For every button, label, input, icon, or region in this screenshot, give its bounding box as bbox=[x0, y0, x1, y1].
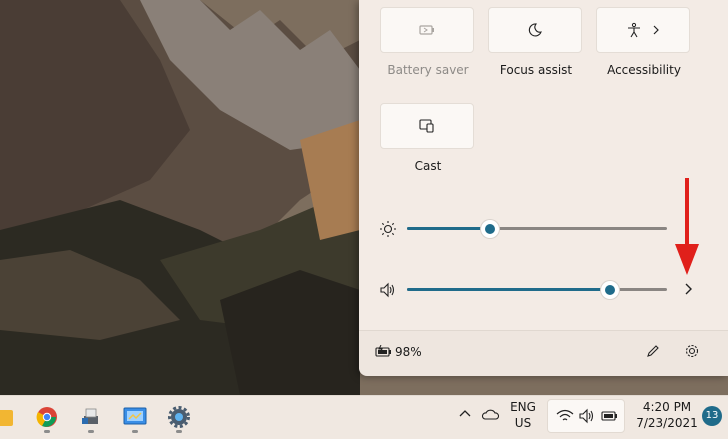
edit-pencil-icon[interactable] bbox=[645, 343, 661, 359]
focus-assist-tile[interactable] bbox=[488, 7, 582, 53]
clock-time: 4:20 PM bbox=[642, 400, 692, 414]
volume-slider-thumb[interactable] bbox=[600, 281, 619, 299]
chrome-running-indicator bbox=[44, 430, 50, 433]
file-explorer-icon[interactable] bbox=[0, 402, 16, 432]
chevron-up-icon[interactable] bbox=[458, 408, 472, 418]
accessibility-label: Accessibility bbox=[607, 63, 681, 77]
focus-assist-label: Focus assist bbox=[499, 63, 573, 77]
volume-slider-track[interactable] bbox=[407, 281, 667, 299]
battery-saver-icon bbox=[418, 23, 436, 37]
settings-icon[interactable] bbox=[164, 402, 194, 432]
cast-label: Cast bbox=[414, 159, 442, 173]
battery-saver-label: Battery saver bbox=[387, 63, 469, 77]
battery-saver-tile-wrap: Battery saver bbox=[380, 7, 476, 77]
focus-assist-tile-wrap: Focus assist bbox=[488, 7, 584, 77]
language-code: ENG bbox=[510, 400, 536, 414]
printer-running-indicator bbox=[88, 430, 94, 433]
language-indicator[interactable]: ENG US bbox=[506, 399, 540, 431]
accessibility-tile[interactable] bbox=[596, 7, 690, 53]
battery-percent[interactable]: 98% bbox=[395, 345, 422, 359]
printer-app-icon[interactable] bbox=[76, 402, 106, 432]
quick-settings-button[interactable] bbox=[547, 399, 625, 433]
brightness-slider-track[interactable] bbox=[407, 220, 667, 238]
brightness-row bbox=[379, 218, 709, 238]
notification-badge[interactable]: 13 bbox=[702, 406, 722, 426]
clock-date: 7/23/2021 bbox=[636, 416, 698, 430]
quick-settings-footer: 98% bbox=[359, 330, 728, 376]
volume-output-chevron-icon[interactable] bbox=[683, 282, 693, 296]
accessibility-icon bbox=[626, 22, 642, 38]
chevron-right-icon[interactable] bbox=[652, 24, 660, 36]
battery-saver-tile[interactable] bbox=[380, 7, 474, 53]
volume-tray-icon bbox=[578, 408, 596, 424]
brightness-slider-fill bbox=[407, 227, 491, 230]
settings-running-indicator bbox=[176, 430, 182, 433]
battery-tray-icon bbox=[601, 409, 619, 423]
onedrive-cloud-icon[interactable] bbox=[480, 407, 500, 421]
volume-slider-fill bbox=[407, 288, 610, 291]
annotation-arrow bbox=[675, 178, 699, 276]
chrome-icon[interactable] bbox=[32, 402, 62, 432]
brightness-icon bbox=[379, 220, 397, 238]
settings-gear-icon[interactable] bbox=[684, 343, 700, 359]
quick-settings-panel: Battery saver Focus assist Accessibility… bbox=[359, 0, 728, 376]
cast-tile-wrap: Cast bbox=[380, 103, 476, 173]
accessibility-tile-wrap: Accessibility bbox=[596, 7, 692, 77]
control-panel-icon[interactable] bbox=[120, 402, 150, 432]
volume-row bbox=[379, 279, 709, 299]
wifi-icon bbox=[556, 409, 574, 423]
moon-icon bbox=[527, 22, 543, 38]
language-region: US bbox=[514, 416, 532, 430]
battery-charging-icon bbox=[375, 345, 393, 359]
brightness-slider-thumb[interactable] bbox=[481, 220, 500, 238]
clock[interactable]: 4:20 PM 7/23/2021 bbox=[636, 399, 698, 431]
cast-icon bbox=[419, 118, 435, 134]
speaker-icon[interactable] bbox=[379, 281, 397, 299]
cast-tile[interactable] bbox=[380, 103, 474, 149]
taskbar: ENG US 4:20 PM 7/23/2021 13 bbox=[0, 395, 728, 439]
control-panel-running-indicator bbox=[132, 430, 138, 433]
